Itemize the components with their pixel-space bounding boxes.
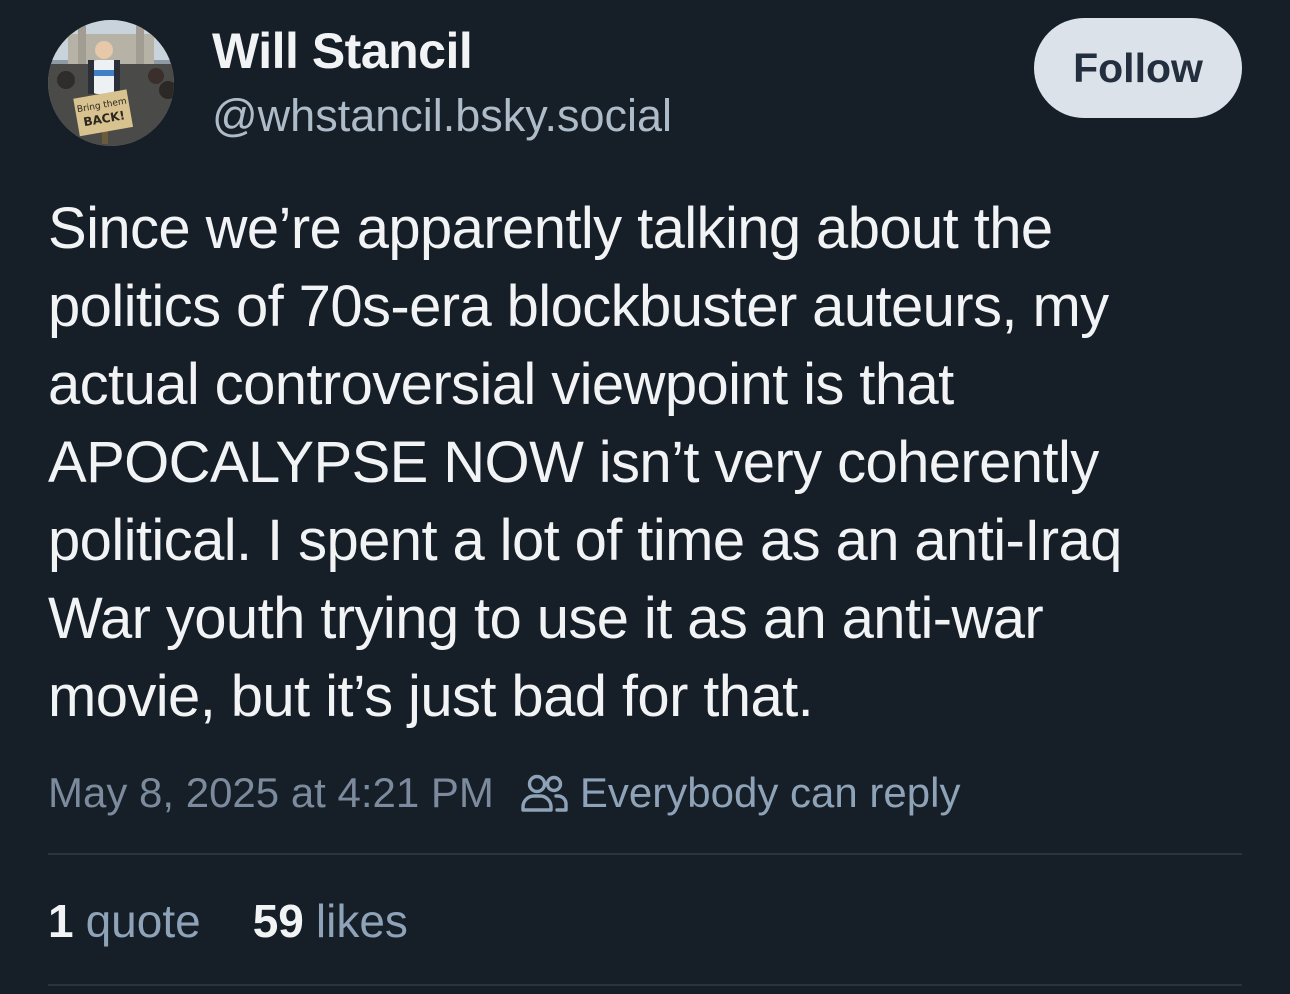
reply-setting-label: Everybody can reply [579,769,961,816]
quotes-label: quote [85,895,201,947]
post-text-line: actual controversial viewpoint is that [48,352,954,417]
divider [48,984,1242,986]
avatar[interactable]: Bring them BACK! [48,20,174,146]
likes-stat[interactable]: 59 likes [253,894,408,948]
author-handle[interactable]: @whstancil.bsky.social [212,90,672,142]
people-icon [521,774,568,812]
post-text-line: Since we’re apparently talking about the [48,196,1053,261]
avatar-image: Bring them BACK! [48,20,174,146]
likes-count: 59 [252,895,304,947]
post-stats: 1 quote 59 likes [48,893,460,949]
post-text-line: War youth trying to use it as an anti-wa… [48,586,1044,651]
quotes-count: 1 [48,895,74,947]
reply-setting[interactable]: Everybody can reply [520,769,961,817]
post-text: Since we’re apparently talking about the… [48,190,1248,736]
author-display-name[interactable]: Will Stancil [212,22,473,80]
quotes-stat[interactable]: 1 quote [48,894,201,948]
post-text-line: movie, but it’s just bad for that. [48,664,814,729]
post-text-line: APOCALYPSE NOW isn’t very coherently [48,430,1099,495]
likes-label: likes [315,895,408,947]
post-text-line: political. I spent a lot of time as an a… [48,508,1122,573]
post-text-line: politics of 70s-era blockbuster auteurs,… [48,274,1109,339]
post-timestamp: May 8, 2025 at 4:21 PM [48,769,494,816]
follow-button[interactable]: Follow [1034,18,1242,118]
divider [48,853,1242,855]
post-meta: May 8, 2025 at 4:21 PM Everybody can rep… [48,768,960,818]
